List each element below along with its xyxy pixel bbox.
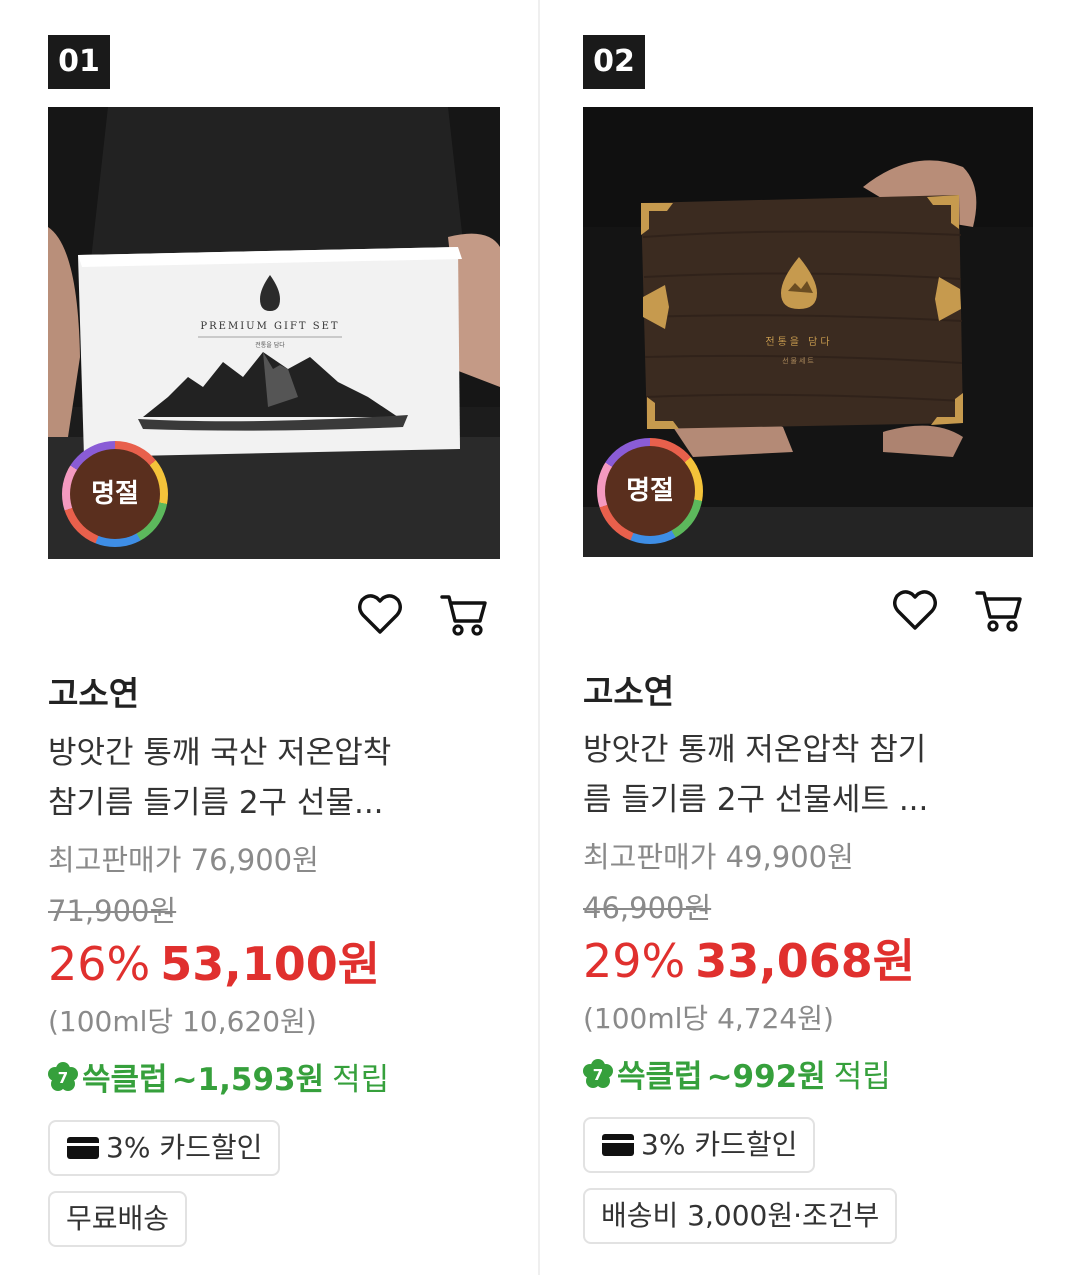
unit-price: (100ml당 10,620원) — [48, 1005, 317, 1038]
original-price: 46,900원 — [583, 891, 712, 925]
seven-flower-icon: 7 — [583, 1058, 613, 1088]
svg-text:7: 7 — [58, 1069, 68, 1087]
holiday-badge: 명절 — [62, 441, 168, 547]
shipping-label: 무료배송 — [66, 1202, 170, 1235]
brand-name[interactable]: 고소연 — [48, 667, 139, 715]
club-amount: ~1,593원 — [171, 1062, 325, 1098]
cart-icon[interactable] — [973, 584, 1025, 636]
price-row: 29% 33,068원 — [583, 925, 915, 991]
unit-price: (100ml당 4,724원) — [583, 1002, 834, 1035]
column-divider — [538, 0, 540, 1275]
action-icons — [889, 584, 1025, 636]
box-text: 전통을 담다 — [765, 336, 832, 348]
holiday-badge: 명절 — [597, 438, 703, 544]
card-discount-label: 3% 카드할인 — [106, 1131, 263, 1164]
card-discount-tag: 3% 카드할인 — [48, 1120, 281, 1176]
club-name: 쓱클럽 — [617, 1059, 703, 1095]
box-text: PREMIUM GIFT SET — [200, 321, 339, 332]
box-subtext: 선물세트 — [782, 356, 816, 365]
sale-price: 33,068원 — [695, 934, 916, 988]
discount-rate: 29% — [583, 934, 686, 988]
cart-icon[interactable] — [438, 588, 490, 640]
svg-text:7: 7 — [593, 1066, 603, 1084]
rank-badge: 01 — [48, 35, 110, 89]
card-discount-tag: 3% 카드할인 — [583, 1117, 816, 1173]
club-amount: ~992원 — [706, 1059, 826, 1095]
sale-price: 53,100원 — [160, 937, 381, 991]
max-price: 최고판매가 49,900원 — [583, 840, 854, 874]
max-price: 최고판매가 76,900원 — [48, 843, 319, 877]
product-title-line-2: 참기름 들기름 2구 선물... — [48, 785, 384, 821]
brand-name[interactable]: 고소연 — [583, 665, 674, 713]
heart-icon[interactable] — [889, 584, 941, 636]
seven-flower-icon: 7 — [48, 1061, 78, 1091]
product-title[interactable]: 방앗간 통깨 저온압착 참기 름 들기름 2구 선물세트 ... — [583, 725, 1023, 825]
card-discount-label: 3% 카드할인 — [641, 1128, 798, 1161]
price-row: 26% 53,100원 — [48, 928, 380, 994]
product-image[interactable]: PREMIUM GIFT SET 전통을 담다 명절 — [48, 107, 500, 559]
credit-card-icon — [602, 1134, 634, 1156]
shipping-tag: 배송비 3,000원·조건부 — [583, 1188, 898, 1244]
shipping-label: 배송비 3,000원·조건부 — [601, 1199, 880, 1232]
club-word: 적립 — [833, 1059, 891, 1095]
credit-card-icon — [67, 1137, 99, 1159]
box-subtext: 전통을 담다 — [255, 341, 285, 349]
rank-badge: 02 — [583, 35, 645, 89]
heart-icon[interactable] — [354, 588, 406, 640]
product-title-line-1: 방앗간 통깨 국산 저온압착 — [48, 735, 392, 771]
club-name: 쓱클럽 — [82, 1062, 168, 1098]
club-reward: 7 쓱클럽 ~992원 적립 — [583, 1051, 891, 1096]
original-price: 71,900원 — [48, 894, 177, 928]
product-title[interactable]: 방앗간 통깨 국산 저온압착 참기름 들기름 2구 선물... — [48, 728, 488, 828]
club-reward: 7 쓱클럽 ~1,593원 적립 — [48, 1054, 389, 1099]
product-title-line-2: 름 들기름 2구 선물세트 ... — [583, 782, 929, 818]
discount-rate: 26% — [48, 937, 151, 991]
product-title-line-1: 방앗간 통깨 저온압착 참기 — [583, 732, 927, 768]
product-image[interactable]: 전통을 담다 선물세트 명절 — [583, 107, 1033, 557]
action-icons — [354, 588, 490, 640]
shipping-tag: 무료배송 — [48, 1191, 188, 1247]
club-word: 적립 — [332, 1062, 390, 1098]
